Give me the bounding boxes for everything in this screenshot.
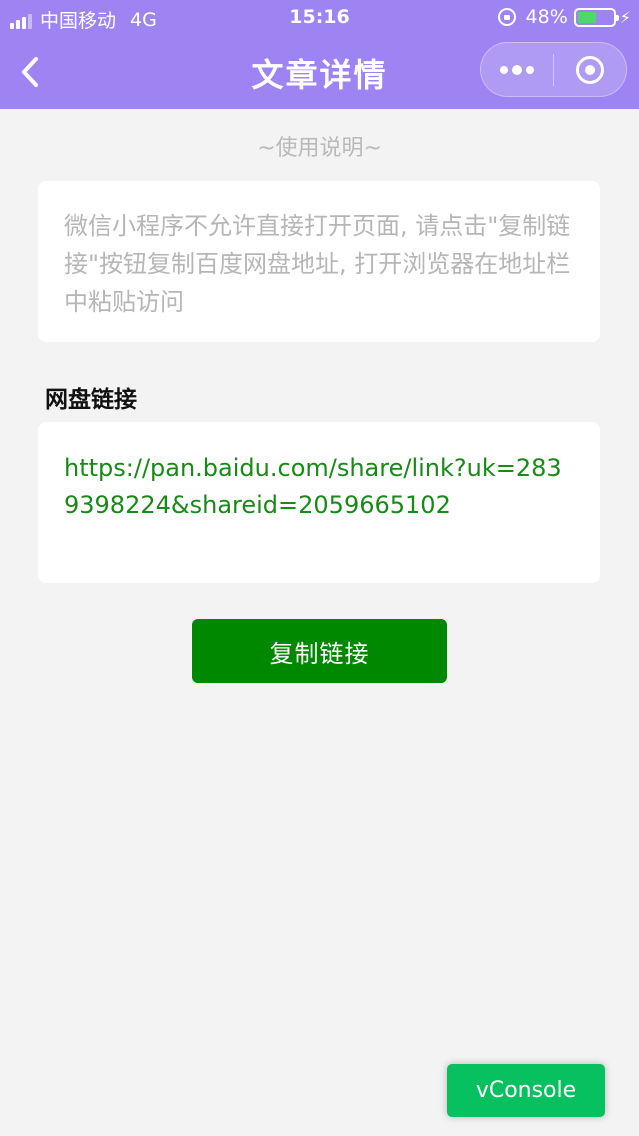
orientation-lock-icon — [497, 8, 516, 26]
link-section-title: 网盘链接 — [45, 387, 137, 413]
battery-percent: 48% — [525, 6, 568, 28]
charging-bolt-icon: ⚡ — [619, 7, 631, 27]
mini-program-capsule — [480, 42, 627, 97]
usage-title: ~使用说明~ — [257, 136, 382, 161]
notice-card: 微信小程序不允许直接打开页面, 请点击"复制链接"按钮复制百度网盘地址, 打开浏… — [38, 181, 600, 342]
status-bar: 中国移动 4G 15:16 48% ⚡ — [0, 0, 639, 36]
copy-link-button[interactable]: 复制链接 — [192, 619, 447, 683]
notice-text: 微信小程序不允许直接打开页面, 请点击"复制链接"按钮复制百度网盘地址, 打开浏… — [64, 212, 571, 316]
vconsole-button[interactable]: vConsole — [447, 1064, 605, 1117]
header: 中国移动 4G 15:16 48% ⚡ 文章详情 — [0, 0, 639, 109]
target-close-icon[interactable] — [554, 43, 626, 96]
status-right: 48% ⚡ — [497, 6, 631, 28]
link-card: https://pan.baidu.com/share/link?uk=2839… — [38, 422, 600, 583]
share-link-text[interactable]: https://pan.baidu.com/share/link?uk=2839… — [64, 450, 574, 524]
more-dots-icon[interactable] — [481, 43, 553, 96]
nav-bar: 文章详情 — [0, 36, 639, 109]
battery-icon — [573, 7, 619, 27]
